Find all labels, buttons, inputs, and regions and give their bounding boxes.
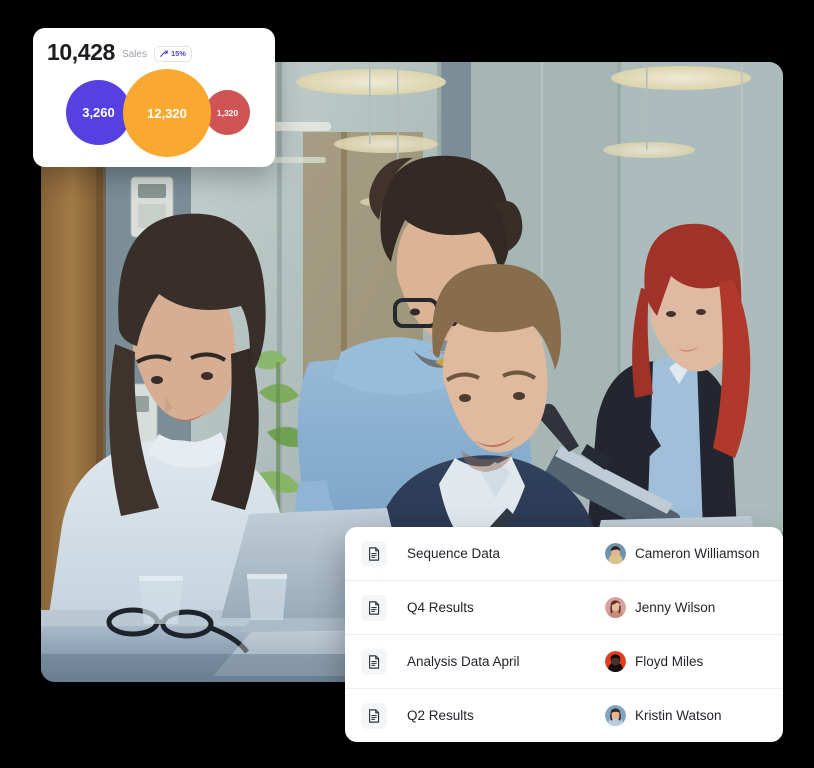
sales-bubble-chart: 3,260 12,320 1,320	[33, 68, 275, 164]
sales-total-value: 10,428	[47, 39, 115, 65]
file-row[interactable]: Q2 Results Kristin Watson	[345, 688, 783, 742]
avatar	[605, 597, 626, 618]
file-owner: Floyd Miles	[605, 651, 765, 672]
avatar	[605, 543, 626, 564]
owner-name: Floyd Miles	[635, 654, 704, 669]
document-icon	[361, 540, 387, 567]
document-icon	[361, 594, 387, 621]
bubble-segment-3: 1,320	[205, 90, 250, 135]
file-name: Analysis Data April	[407, 654, 520, 669]
file-owner: Jenny Wilson	[605, 597, 765, 618]
bubble-segment-2: 12,320	[123, 69, 211, 157]
file-name: Q4 Results	[407, 600, 474, 615]
avatar	[605, 651, 626, 672]
owner-name: Cameron Williamson	[635, 546, 760, 561]
trend-up-icon	[160, 50, 168, 58]
recent-files-panel: Sequence Data Cameron Williamson Q4 Resu…	[345, 527, 783, 742]
sales-label: Sales	[121, 49, 147, 60]
sales-trend-badge: 15%	[153, 45, 192, 62]
file-name: Sequence Data	[407, 546, 501, 561]
file-name: Q2 Results	[407, 708, 474, 723]
owner-name: Kristin Watson	[635, 708, 722, 723]
owner-name: Jenny Wilson	[635, 600, 716, 615]
file-row[interactable]: Analysis Data April Floyd Miles	[345, 634, 783, 688]
bubble-segment-1: 3,260	[66, 80, 131, 145]
document-icon	[361, 702, 387, 729]
file-row[interactable]: Q4 Results Jenny Wilson	[345, 580, 783, 634]
screenshot-root: offset="0" stop-color="#cfd9d3"/>	[0, 0, 814, 768]
stats-card-header: 10,428 Sales 15%	[33, 28, 275, 64]
file-owner: Cameron Williamson	[605, 543, 765, 564]
document-icon	[361, 648, 387, 675]
file-owner: Kristin Watson	[605, 705, 765, 726]
file-row[interactable]: Sequence Data Cameron Williamson	[345, 527, 783, 580]
sales-stats-card: 10,428 Sales 15% 3,260 12,320 1,320	[33, 28, 275, 167]
avatar	[605, 705, 626, 726]
trend-percent: 15%	[170, 48, 186, 58]
